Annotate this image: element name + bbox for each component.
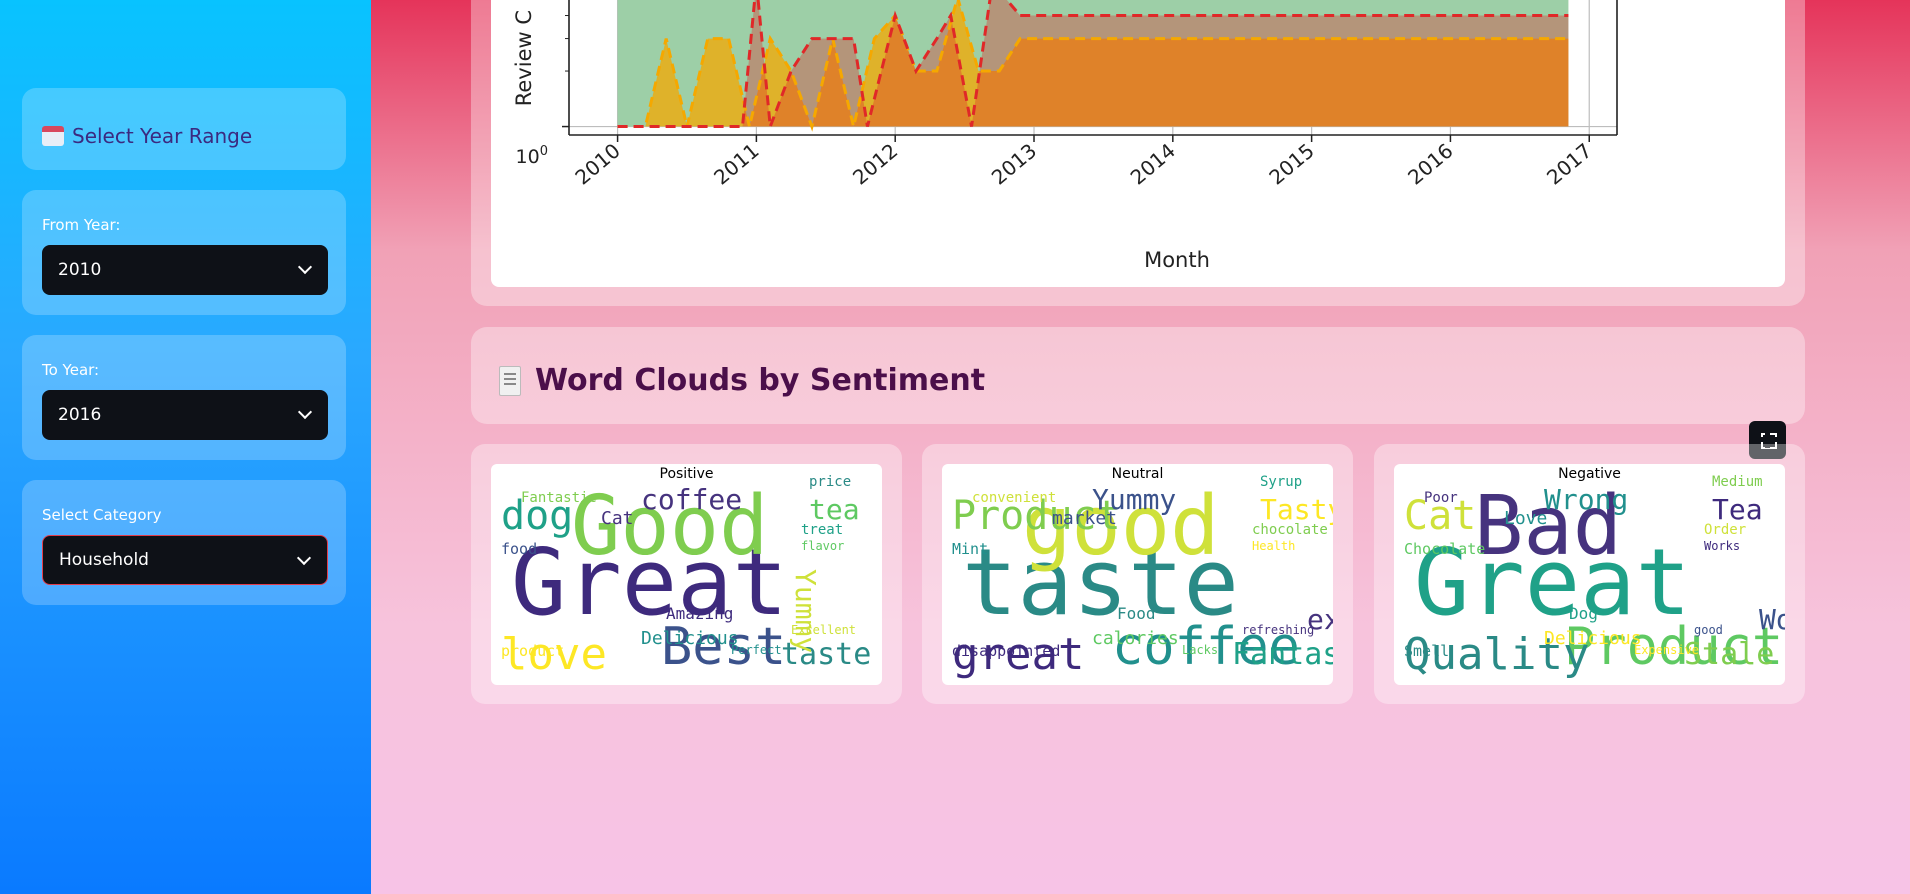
x-tick-label: 2010 [570,138,624,189]
wordcloud-image-negative: Negative Great Bad Product Quality Cat Wrong T… [1394,464,1785,685]
document-icon [499,365,521,396]
chevron-down-icon [296,550,312,566]
review-count-chart: 2010 2011 2012 2013 2014 2015 2016 2017 Review … [512,0,1618,272]
to-year-card: To Year: 2016 [22,335,346,460]
wordcloud-word: Poor [1424,490,1458,506]
category-select[interactable]: Household [42,535,328,585]
x-axis-label: Month [1144,248,1210,272]
wordcloud-word: Love [1504,508,1547,529]
y-tick-label: 100 [516,144,548,168]
wordcloud-image-neutral: Neutral taste good coffee great Product Yummy… [942,464,1333,685]
chevron-down-icon [297,259,313,275]
wordcloud-section-title: Word Clouds by Sentiment [499,363,985,398]
y-axis-label: Review C [512,10,536,106]
from-year-select[interactable]: 2010 [42,245,328,295]
wordcloud-word: Order [1704,522,1746,538]
wordcloud-word: Delicious [1544,628,1642,649]
y-tick-exponent: 0 [540,144,548,159]
wordcloud-word: Cat [601,508,634,529]
chevron-down-icon [297,404,313,420]
wordcloud-word: treat [801,522,843,538]
wordcloud-neutral: tastegoodcoffeegreatProductYummyTastyFan… [952,474,1333,680]
wordcloud-word: convenient [972,490,1056,506]
wordcloud-word: Expensive [1634,643,1699,657]
wordcloud-word: disappointed [952,642,1060,660]
wordcloud-word: Works [1704,539,1740,553]
wordcloud-word: product [501,642,564,660]
wordcloud-word: Chocolate [1404,540,1485,558]
wordcloud-word: Smell [1404,642,1449,660]
y-tick-base: 10 [516,146,540,168]
wordcloud-word: good [1694,623,1723,637]
from-year-label: From Year: [42,216,121,234]
from-year-card: From Year: 2010 [22,190,346,315]
wordcloud-header: Word Clouds by Sentiment [471,327,1805,424]
wordcloud-word: flavor [801,539,844,553]
wordcloud-word: Worst [1759,603,1785,636]
year-range-title-text: Select Year Range [72,124,253,148]
x-tick-label: 2017 [1542,138,1596,189]
wordcloud-word: Food [1117,604,1156,623]
wordcloud-label-negative: Negative [1558,466,1621,482]
wordcloud-word: coffee [641,483,742,516]
wordcloud-word: Dog [1569,604,1598,623]
wordcloud-word: Excellent [791,623,856,637]
fullscreen-icon [1758,437,1777,442]
wordcloud-word: Amazing [666,604,733,623]
wordcloud-label-neutral: Neutral [1111,466,1164,482]
wordcloud-word: Lacks [1182,643,1218,657]
x-tick-label: 2015 [1264,138,1318,189]
wordcloud-word: food [501,540,537,558]
wordcloud-negative: GreatBadProductQualityCat Wrong TeaStaleWo… [1404,474,1785,680]
year-range-title: Select Year Range [42,124,252,148]
wordcloud-word: refreshing [1242,623,1314,637]
wordcloud-word: Wrong [1544,483,1628,516]
wordcloud-word: Delicious [641,628,739,649]
x-tick-label: 2012 [848,138,902,189]
wordcloud-word: calories [1092,628,1179,649]
x-tick-label: 2013 [987,138,1041,189]
x-tick-label: 2014 [1126,138,1180,189]
wordcloud-word: Fantastic [521,490,597,506]
wordcloud-card-neutral: Neutral taste good coffee great Product Yummy… [922,444,1353,704]
chart-image: 2010 2011 2012 2013 2014 2015 2016 2017 Review … [491,0,1785,287]
calendar-icon [42,126,64,146]
wordcloud-card-positive: Positive Great Good Best love dog coffee tea ta… [471,444,902,704]
wordcloud-image-positive: Positive Great Good Best love dog coffee tea ta… [491,464,882,685]
x-tick-label: 2016 [1403,138,1457,189]
wordcloud-word: Yummy [789,569,822,653]
wordcloud-word: Perfect [731,643,782,657]
wordcloud-word: market [1052,508,1117,529]
wordcloud-positive: GreatGoodBestlovedog coffee teatasteYummyD… [501,474,871,680]
wordcloud-word: Health [1252,539,1295,553]
year-range-card: Select Year Range [22,88,346,170]
wordcloud-word: Mint [952,540,988,558]
to-year-label: To Year: [42,361,100,379]
x-tick-label: 2011 [709,138,763,189]
category-card: Select Category Household [22,480,346,605]
wordcloud-card-negative: Negative Great Bad Product Quality Cat Wrong T… [1374,444,1805,704]
review-count-chart-panel: 2010 2011 2012 2013 2014 2015 2016 2017 Review … [471,0,1805,306]
wordcloud-label-positive: Positive [659,466,714,482]
sidebar: Select Year Range From Year: 2010 To Yea… [0,0,371,894]
to-year-select[interactable]: 2016 [42,390,328,440]
wordcloud-word: Fantastic [1232,637,1333,672]
to-year-value: 2016 [58,405,102,425]
category-label: Select Category [42,506,162,524]
from-year-value: 2010 [58,260,102,280]
category-value: Household [59,550,149,570]
wordcloud-section-title-text: Word Clouds by Sentiment [535,363,986,398]
wordcloud-word: chocolate [1252,522,1328,538]
